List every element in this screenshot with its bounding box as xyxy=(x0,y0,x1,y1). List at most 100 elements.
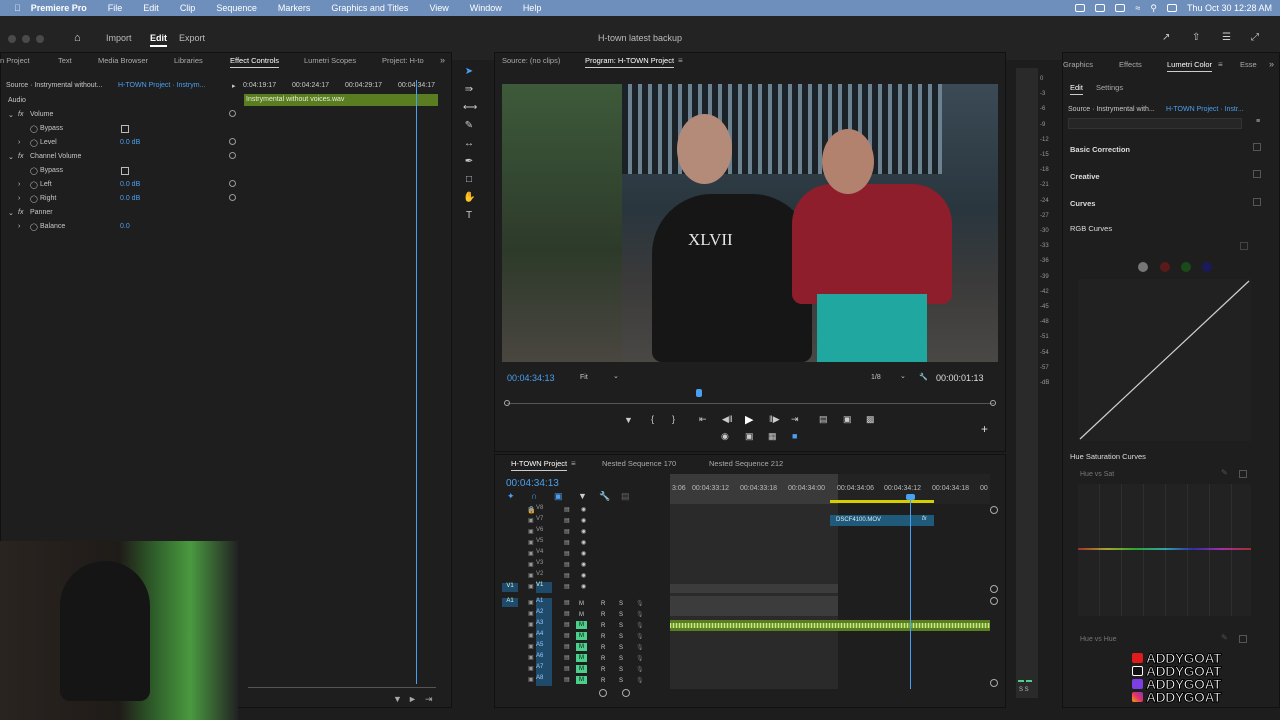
tab-htown-project[interactable]: H-TOWN Project xyxy=(511,459,568,471)
sync-lock-icon[interactable]: ▤ xyxy=(564,549,570,560)
track-a3[interactable]: A3 xyxy=(536,620,552,631)
menu-help[interactable]: Help xyxy=(523,3,542,13)
source-a1[interactable]: A1 xyxy=(502,598,518,607)
section-basic-correction[interactable]: Basic Correction xyxy=(1070,145,1130,154)
menu-file[interactable]: File xyxy=(108,3,123,13)
chevron-down-icon[interactable]: ⌄ xyxy=(900,372,906,380)
tab-project[interactable]: n Project xyxy=(0,56,30,65)
stopwatch-icon[interactable]: ◯ xyxy=(30,181,38,189)
video-clip[interactable]: DSCF4100.MOV fx xyxy=(830,515,934,526)
safe-margins-icon[interactable]: ▣ xyxy=(745,431,754,442)
timeline-timecode[interactable]: 00:04:34:13 xyxy=(506,478,559,489)
lumetri-menu-icon[interactable]: ≡ xyxy=(1256,118,1260,125)
step-back-icon[interactable]: ◀‖ xyxy=(722,414,733,425)
display-icon[interactable] xyxy=(1115,4,1126,12)
curve-white-dot[interactable] xyxy=(1138,262,1148,272)
microphone-icon[interactable]: 🎙 xyxy=(636,665,644,676)
eye-icon[interactable]: ◉ xyxy=(581,582,586,593)
sync-lock-icon[interactable]: ▤ xyxy=(564,527,570,538)
record-button[interactable]: R xyxy=(601,610,605,621)
menu-clip[interactable]: Clip xyxy=(180,3,196,13)
audio-clip-a3[interactable] xyxy=(670,620,990,631)
search-icon[interactable]: ⚲ xyxy=(1150,3,1157,14)
timeline-playhead[interactable] xyxy=(910,497,911,689)
menu-app[interactable]: Premiere Pro xyxy=(31,3,87,13)
fit-dropdown[interactable]: Fit xyxy=(580,374,588,381)
cast-icon[interactable] xyxy=(1095,4,1106,12)
program-timecode[interactable]: 00:04:34:13 xyxy=(507,373,555,383)
vscroll-audio[interactable] xyxy=(990,597,998,605)
track-a8[interactable]: A8 xyxy=(536,675,552,686)
stopwatch-icon[interactable]: ◯ xyxy=(30,195,38,203)
mute-button[interactable]: M xyxy=(576,599,587,610)
program-scrubber[interactable] xyxy=(507,403,994,404)
lock-icon[interactable]: ▣ xyxy=(528,620,534,631)
track-v7[interactable]: V7 xyxy=(536,516,552,527)
selection-tool-icon[interactable]: ➤ xyxy=(463,66,475,78)
ec-balance-value[interactable]: 0.0 xyxy=(120,223,130,230)
track-v6[interactable]: V6 xyxy=(536,527,552,538)
mute-button[interactable]: M xyxy=(576,610,587,621)
stopwatch-icon[interactable]: ◯ xyxy=(30,125,38,133)
mute-button[interactable]: M xyxy=(576,621,587,629)
timeline-playhead-handle[interactable] xyxy=(906,494,915,500)
panel-menu-icon[interactable]: ≡ xyxy=(678,56,683,65)
tab-essential[interactable]: Esse xyxy=(1240,60,1257,69)
share-icon[interactable]: ↗ xyxy=(1162,32,1170,43)
tab-effect-controls[interactable]: Effect Controls xyxy=(230,56,280,68)
tab-nested-212[interactable]: Nested Sequence 212 xyxy=(709,459,783,468)
scrubber-in[interactable] xyxy=(504,400,510,406)
lock-icon[interactable]: ▣ xyxy=(528,609,534,620)
record-button[interactable]: R xyxy=(601,676,605,687)
snap-icon[interactable]: ∩ xyxy=(531,491,537,501)
menu-window[interactable]: Window xyxy=(470,3,502,13)
ec-channel-volume[interactable]: Channel Volume xyxy=(30,153,81,160)
chevron-right-icon[interactable]: › xyxy=(18,139,20,146)
tab-effects[interactable]: Effects xyxy=(1119,60,1142,69)
solo-button[interactable]: S xyxy=(619,643,623,654)
solo-button[interactable]: S xyxy=(619,632,623,643)
tab-text[interactable]: Text xyxy=(58,56,72,65)
scrubber-out[interactable] xyxy=(990,400,996,406)
ec-volume[interactable]: Volume xyxy=(30,111,53,118)
panel-menu-icon[interactable]: ≡ xyxy=(571,459,576,468)
microphone-icon[interactable]: 🎙 xyxy=(636,654,644,665)
audio-clip-bar[interactable]: Instrymental without voices.wav xyxy=(244,94,438,106)
lock-icon[interactable]: ▣ xyxy=(528,664,534,675)
vr-icon[interactable]: ■ xyxy=(792,431,797,441)
captions-icon[interactable]: ▤ xyxy=(621,491,630,502)
export-icon[interactable]: ⇧ xyxy=(1192,32,1200,43)
sync-lock-icon[interactable]: ▤ xyxy=(564,505,570,516)
sync-lock-icon[interactable]: ▤ xyxy=(564,538,570,549)
lock-icon[interactable]: ▣ xyxy=(528,571,534,582)
type-tool-icon[interactable]: T xyxy=(463,210,475,222)
sync-lock-icon[interactable]: ▤ xyxy=(564,516,570,527)
track-v1[interactable]: V1 xyxy=(536,582,552,593)
sync-lock-icon[interactable]: ▤ xyxy=(564,620,570,631)
eye-icon[interactable]: ◉ xyxy=(581,560,586,571)
track-v2[interactable]: V2 xyxy=(536,571,552,582)
chevron-down-icon[interactable]: ⌄ xyxy=(613,372,619,380)
microphone-icon[interactable]: 🎙 xyxy=(636,610,644,621)
curve-red-dot[interactable] xyxy=(1160,262,1170,272)
record-button[interactable]: R xyxy=(601,654,605,665)
wrench-icon[interactable]: 🔧 xyxy=(919,373,928,381)
workspaces-icon[interactable]: ☰ xyxy=(1222,32,1231,43)
reset-icon[interactable] xyxy=(229,152,236,159)
tab-program-monitor[interactable]: Program: H-TOWN Project xyxy=(585,56,675,68)
timeline-ruler[interactable]: 3:06 00:04:33:12 00:04:33:18 00:04:34:00… xyxy=(670,474,990,504)
lumetri-source[interactable]: Source · Instrymental with... xyxy=(1068,106,1155,113)
mark-in-icon[interactable]: { xyxy=(651,414,654,424)
microphone-icon[interactable]: 🎙 xyxy=(636,599,644,610)
chevron-right-icon[interactable]: › xyxy=(18,223,20,230)
sync-lock-icon[interactable]: ▤ xyxy=(564,631,570,642)
section-curves[interactable]: Curves xyxy=(1070,199,1095,208)
lumetri-sequence[interactable]: H-TOWN Project · Instr... xyxy=(1166,106,1244,113)
eye-icon[interactable]: ◉ xyxy=(581,527,586,538)
ec-panner[interactable]: Panner xyxy=(30,209,53,216)
hand-tool-icon[interactable]: ✋ xyxy=(463,192,475,204)
screen-icon[interactable] xyxy=(1075,4,1086,12)
hue-vs-sat-graph[interactable] xyxy=(1078,484,1251,616)
track-a1[interactable]: A1 xyxy=(536,598,552,609)
ec-level-value[interactable]: 0.0 dB xyxy=(120,139,140,146)
